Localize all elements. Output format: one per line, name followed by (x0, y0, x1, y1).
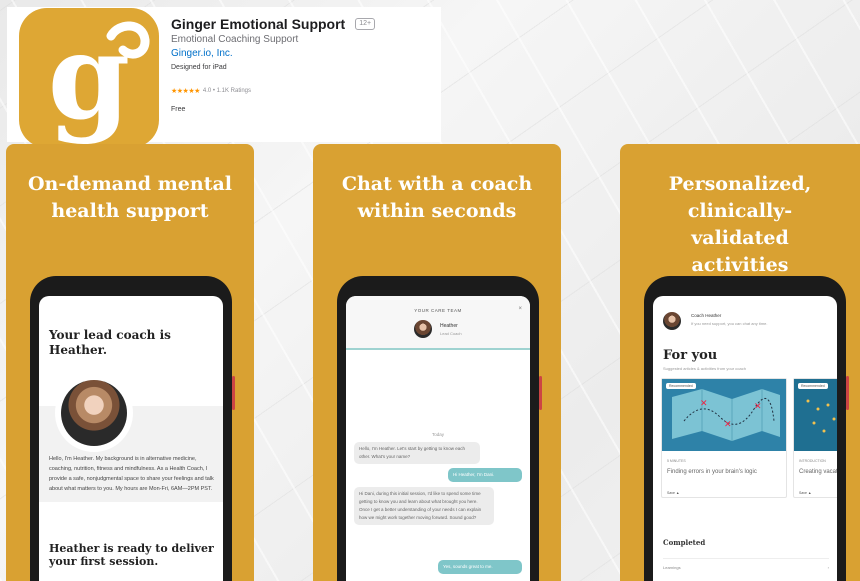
folded-map-icon: ✕ ✕ ✕ (672, 389, 780, 441)
dots-illustration: Recommended (794, 379, 837, 451)
chat-bubble-user: Hi Heather, I'm Dani. (448, 468, 522, 482)
lead-coach-title: Your lead coach is Heather. (49, 328, 171, 357)
card-tag: Recommended (666, 383, 696, 389)
screenshot-card-1[interactable]: On-demand mental health support Your lea… (6, 144, 254, 581)
dots-pattern-icon (806, 399, 836, 433)
phone-frame: Coach Heather If you need support, you c… (644, 276, 849, 581)
chat-bubble-coach: Hello, I'm Heather. Let's start by getti… (354, 442, 480, 464)
phone-frame: Your lead coach is Heather. Hello, I'm H… (30, 276, 235, 581)
price-label: Free (171, 106, 186, 113)
svg-text:✕: ✕ (754, 402, 762, 412)
phone-screen: Your lead coach is Heather. Hello, I'm H… (39, 296, 223, 581)
completed-heading: Completed (663, 538, 706, 547)
card-title: Finding errors in your brain's logic (667, 469, 757, 475)
care-team-label: YOUR CARE TEAM (414, 308, 462, 313)
coach-bio: Hello, I'm Heather. My background is in … (49, 456, 214, 492)
chat-header: YOUR CARE TEAM × Heather Lead Coach (346, 296, 530, 350)
rating-row: ★★★★★ 4.0 • 1.1K Ratings (171, 87, 251, 95)
coach-sub: If you need support, you can chat any ti… (691, 321, 768, 326)
screenshot-heading: Chat with a coach within seconds (341, 173, 533, 222)
phone-screen: YOUR CARE TEAM × Heather Lead Coach Toda… (346, 296, 530, 581)
save-link[interactable]: Save ▲ (667, 491, 679, 495)
designed-for-label: Designed for iPad (171, 64, 227, 71)
icon-letter: g (48, 8, 131, 146)
coach-avatar (663, 312, 681, 330)
save-link[interactable]: Save ▲ (799, 491, 811, 495)
app-icon[interactable]: g (19, 8, 159, 148)
card-tag: Recommended (798, 383, 828, 389)
coach-name: Heather (440, 323, 458, 329)
chevron-right-icon: › (827, 565, 829, 570)
close-icon[interactable]: × (518, 306, 522, 312)
age-rating-badge: 12+ (355, 18, 376, 30)
completed-row-label: Learnings (663, 565, 681, 570)
coach-avatar (55, 374, 133, 452)
coach-role: Lead Coach (440, 331, 462, 336)
day-divider: Today (431, 432, 444, 437)
card-title: Creating vacation (799, 469, 837, 475)
app-title: Ginger Emotional Support (171, 16, 346, 32)
coach-photo (61, 380, 127, 446)
screenshot-heading: On-demand mental health support (27, 173, 233, 222)
ready-text: Heather is ready to deliver your first s… (49, 542, 214, 568)
map-illustration: ✕ ✕ ✕ Recommended (662, 379, 786, 451)
svg-text:✕: ✕ (724, 420, 732, 430)
phone-frame: YOUR CARE TEAM × Heather Lead Coach Toda… (337, 276, 542, 581)
chat-bubble-coach: Hi Dani, during this initial session, I'… (354, 487, 494, 525)
screenshot-card-3[interactable]: Personalized, clinically-validated activ… (620, 144, 860, 581)
activity-card[interactable]: Recommended INTRODUCTION Creating vacati… (793, 378, 837, 498)
card-kicker: 5 MINUTES (667, 459, 686, 463)
developer-link[interactable]: Ginger.io, Inc. (171, 48, 233, 59)
phone-screen: Coach Heather If you need support, you c… (653, 296, 837, 581)
chat-bubble-user: Yes, sounds great to me. (438, 560, 522, 574)
screenshot-card-2[interactable]: Chat with a coach within seconds YOUR CA… (313, 144, 561, 581)
suggested-text: Suggested articles & activities from you… (663, 366, 746, 371)
screenshot-heading: Personalized, clinically-validated activ… (668, 173, 812, 276)
coach-label: Coach Heather (691, 313, 722, 318)
app-subtitle: Emotional Coaching Support (171, 34, 299, 45)
rating-text: 4.0 • 1.1K Ratings (202, 88, 252, 94)
for-you-heading: For you (663, 348, 718, 363)
coach-avatar (414, 320, 432, 338)
card-kicker: INTRODUCTION (799, 459, 826, 463)
app-header: g Ginger Emotional Support 12+ Emotional… (7, 7, 441, 148)
star-rating-icon: ★★★★★ (171, 88, 200, 95)
ginger-logo-icon: g (48, 8, 150, 146)
title-row: Ginger Emotional Support 12+ (171, 16, 376, 32)
svg-text:✕: ✕ (700, 399, 708, 409)
activity-card[interactable]: ✕ ✕ ✕ Recommended 5 MINUTES Finding erro… (661, 378, 787, 498)
completed-row[interactable]: Learnings › (663, 558, 829, 570)
